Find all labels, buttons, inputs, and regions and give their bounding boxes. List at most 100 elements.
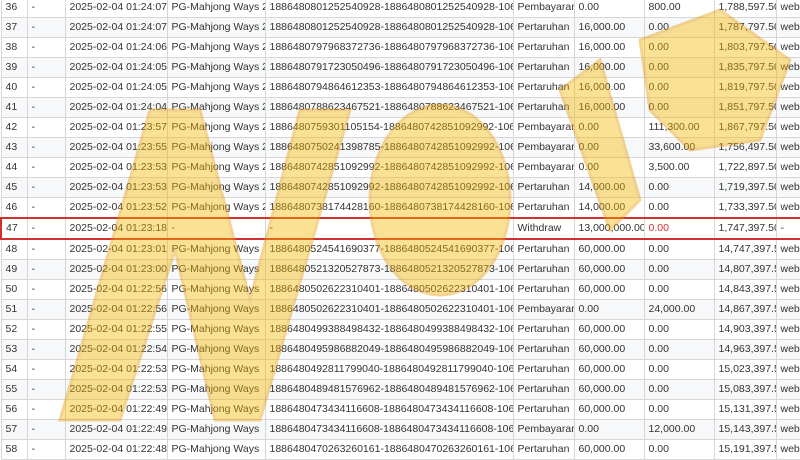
balance-cell: 15,143,397.50 bbox=[713, 419, 777, 440]
reference-link[interactable]: 1886480791723050496-1886480791723050496-… bbox=[264, 57, 514, 78]
type-cell: Pembayaran bbox=[512, 137, 575, 158]
reference-link[interactable]: 1886480801252540928-1886480801252540928-… bbox=[264, 0, 514, 18]
channel-cell: web bbox=[775, 238, 800, 260]
provider-cell: - bbox=[26, 197, 66, 219]
reference-link[interactable]: 1886480788623467521-1886480788623467521-… bbox=[264, 97, 514, 118]
credit-cell: 0.00 bbox=[643, 77, 715, 98]
game-cell: - bbox=[166, 217, 266, 240]
debit-cell: 60,000.00 bbox=[573, 439, 645, 460]
credit-cell: 0.00 bbox=[643, 197, 715, 219]
reference-link[interactable]: 1886480797968372736-1886480797968372736-… bbox=[264, 37, 514, 58]
table-row: 54-2025-02-04 01:22:53 PG-Mahjong Ways 188… bbox=[0, 359, 800, 380]
reference-link[interactable]: 1886480759301105154-1886480742851092992-… bbox=[264, 117, 514, 138]
game-cell: PG-Mahjong Ways bbox=[166, 279, 266, 300]
reference-link[interactable]: 1886480489481576962-1886480489481576962-… bbox=[264, 379, 514, 400]
debit-cell: 60,000.00 bbox=[573, 319, 645, 340]
reference-link[interactable]: 1886480499388498432-1886480499388498432-… bbox=[264, 319, 514, 340]
channel-cell: web bbox=[775, 299, 800, 320]
row-number: 38 bbox=[0, 37, 28, 58]
reference-link[interactable]: 1886480794864612353-1886480794864612353-… bbox=[264, 77, 514, 98]
type-cell: Pembayaran bbox=[512, 0, 575, 18]
row-number: 37 bbox=[0, 17, 28, 38]
credit-cell: 3,500.00 bbox=[643, 157, 715, 178]
provider-cell: - bbox=[26, 0, 66, 18]
table-row: 51-2025-02-04 01:22:56 PG-Mahjong Ways 188… bbox=[0, 299, 800, 320]
transaction-table: 36-2025-02-04 01:24:07 PG-Mahjong Ways 21… bbox=[0, 0, 800, 460]
credit-cell: 0.00 bbox=[643, 359, 715, 380]
game-cell: PG-Mahjong Ways 2 bbox=[166, 77, 266, 98]
game-cell: PG-Mahjong Ways 2 bbox=[166, 177, 266, 198]
row-number: 46 bbox=[0, 197, 28, 219]
credit-cell: 0.00 bbox=[643, 259, 715, 280]
table-row: 41-2025-02-04 01:24:04 PG-Mahjong Ways 21… bbox=[0, 97, 800, 118]
table-row: 40-2025-02-04 01:24:05 PG-Mahjong Ways 21… bbox=[0, 77, 800, 98]
table-row: 39-2025-02-04 01:24:05 PG-Mahjong Ways 21… bbox=[0, 57, 800, 78]
row-number: 53 bbox=[0, 339, 28, 360]
debit-cell: 60,000.00 bbox=[573, 279, 645, 300]
reference-link[interactable]: 1886480738174428160-1886480738174428160-… bbox=[264, 197, 514, 219]
row-number: 40 bbox=[0, 77, 28, 98]
row-number: 51 bbox=[0, 299, 28, 320]
reference-link[interactable]: 1886480521320527873-1886480521320527873-… bbox=[264, 259, 514, 280]
transaction-table-body: 36-2025-02-04 01:24:07 PG-Mahjong Ways 21… bbox=[0, 0, 800, 460]
reference-link[interactable]: 1886480742851092992-1886480742851092992-… bbox=[264, 157, 514, 178]
balance-cell: 14,747,397.50 bbox=[713, 238, 777, 260]
reference-link[interactable]: 1886480492811799040-1886480492811799040-… bbox=[264, 359, 514, 380]
type-cell: Pertaruhan bbox=[512, 279, 575, 300]
reference-link[interactable]: 1886480524541690377-1886480524541690377-… bbox=[264, 238, 514, 260]
type-cell: Pertaruhan bbox=[512, 238, 575, 260]
channel-cell: web bbox=[775, 359, 800, 380]
row-number: 49 bbox=[0, 259, 28, 280]
debit-cell: 60,000.00 bbox=[573, 238, 645, 260]
channel-cell: web bbox=[775, 157, 800, 178]
provider-cell: - bbox=[26, 359, 66, 380]
credit-cell: 0.00 bbox=[643, 439, 715, 460]
type-cell: Pertaruhan bbox=[512, 319, 575, 340]
datetime-cell: 2025-02-04 01:22:55 bbox=[64, 319, 168, 340]
channel-cell: web bbox=[775, 197, 800, 219]
channel-cell: web bbox=[775, 117, 800, 138]
game-cell: PG-Mahjong Ways 2 bbox=[166, 37, 266, 58]
credit-cell: 0.00 bbox=[643, 57, 715, 78]
game-cell: PG-Mahjong Ways 2 bbox=[166, 57, 266, 78]
credit-cell: 0.00 bbox=[643, 339, 715, 360]
channel-cell: web bbox=[775, 379, 800, 400]
debit-cell: 60,000.00 bbox=[573, 399, 645, 420]
game-cell: PG-Mahjong Ways 2 bbox=[166, 137, 266, 158]
reference-link[interactable]: 1886480495986882049-1886480495986882049-… bbox=[264, 339, 514, 360]
credit-cell: 800.00 bbox=[643, 0, 715, 18]
channel-cell: web bbox=[775, 339, 800, 360]
debit-cell: 16,000.00 bbox=[573, 57, 645, 78]
reference-link[interactable]: 1886480750241398785-1886480742851092992-… bbox=[264, 137, 514, 158]
game-cell: PG-Mahjong Ways bbox=[166, 419, 266, 440]
table-row: 44-2025-02-04 01:23:53 PG-Mahjong Ways 21… bbox=[0, 157, 800, 178]
balance-cell: 1,722,897.50 bbox=[713, 157, 777, 178]
debit-cell: 0.00 bbox=[573, 419, 645, 440]
game-cell: PG-Mahjong Ways bbox=[166, 259, 266, 280]
reference-link[interactable]: 1886480502622310401-1886480502622310401-… bbox=[264, 279, 514, 300]
debit-cell: 16,000.00 bbox=[573, 17, 645, 38]
debit-cell: 16,000.00 bbox=[573, 97, 645, 118]
type-cell: Pertaruhan bbox=[512, 379, 575, 400]
reference-link[interactable]: 1886480742851092992-1886480742851092992-… bbox=[264, 177, 514, 198]
credit-cell: 0.00 bbox=[643, 319, 715, 340]
provider-cell: - bbox=[26, 157, 66, 178]
table-row: 58-2025-02-04 01:22:48 PG-Mahjong Ways 188… bbox=[0, 439, 800, 460]
provider-cell: - bbox=[26, 399, 66, 420]
debit-cell: 0.00 bbox=[573, 157, 645, 178]
reference-link[interactable]: 1886480801252540928-1886480801252540928-… bbox=[264, 17, 514, 38]
reference-link[interactable]: 1886480473434116608-1886480473434116608-… bbox=[264, 399, 514, 420]
datetime-cell: 2025-02-04 01:24:07 bbox=[64, 17, 168, 38]
channel-cell: web bbox=[775, 97, 800, 118]
type-cell: Withdraw bbox=[512, 217, 575, 240]
provider-cell: - bbox=[26, 299, 66, 320]
reference-link[interactable]: 1886480470263260161-1886480470263260161-… bbox=[264, 439, 514, 460]
reference-link[interactable]: 1886480502622310401-1886480502622310401-… bbox=[264, 299, 514, 320]
game-cell: PG-Mahjong Ways bbox=[166, 359, 266, 380]
datetime-cell: 2025-02-04 01:24:04 bbox=[64, 97, 168, 118]
reference-link[interactable]: 1886480473434116608-1886480473434116608-… bbox=[264, 419, 514, 440]
type-cell: Pembayaran bbox=[512, 157, 575, 178]
table-row: 53-2025-02-04 01:22:54 PG-Mahjong Ways 188… bbox=[0, 339, 800, 360]
balance-cell: 1,819,797.50 bbox=[713, 77, 777, 98]
type-cell: Pertaruhan bbox=[512, 259, 575, 280]
